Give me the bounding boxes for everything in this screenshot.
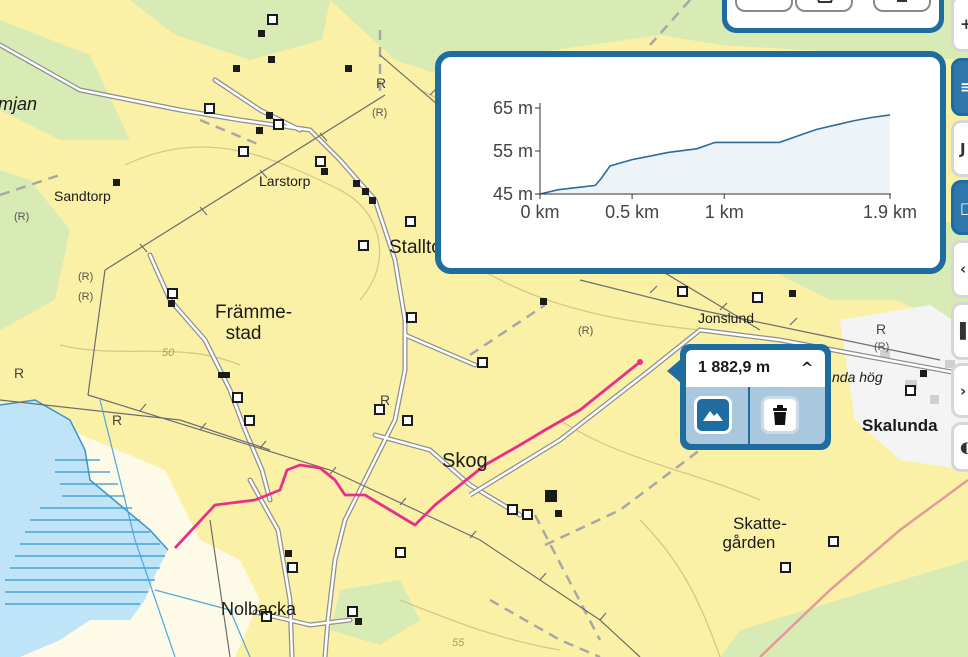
edge-tab-5[interactable]: ‹ [951, 240, 968, 298]
toolbar-button-2[interactable] [795, 0, 853, 12]
ancient-monument-marker: (R) [372, 107, 387, 119]
x-tick-label: 1 km [705, 202, 744, 222]
x-tick-label: 0.5 km [605, 202, 659, 222]
edge-tab-2-active[interactable]: ≡ [951, 58, 968, 116]
edge-tab-4-icon: □ [960, 198, 968, 217]
edge-tab-7[interactable]: › [951, 363, 968, 418]
menu-icon: ≡ [960, 78, 968, 96]
edge-tab-7-icon: › [960, 381, 967, 400]
place-label-stallto: Stallto [389, 237, 442, 258]
toolbar-button-3[interactable] [873, 0, 931, 12]
trash-icon [773, 405, 787, 425]
layers-icon [817, 0, 833, 3]
contour-label: 55 [452, 637, 465, 649]
place-label-nolbacka: Nolbacka [221, 599, 297, 619]
ancient-monument-marker: R [14, 365, 24, 381]
y-tick-label: 65 m [493, 98, 533, 118]
elevation-profile-button[interactable] [694, 396, 732, 434]
place-label-fremmestad: Främme- stad [215, 302, 293, 345]
place-label-skog: Skog [442, 450, 488, 472]
actions-divider [748, 387, 750, 444]
ancient-monument-marker: (R) [14, 211, 29, 223]
ancient-monument-marker: R [876, 321, 886, 337]
elevation-profile-panel: 45 m 55 m 65 m 0 km 0.5 km 1 km 1.9 km [435, 51, 946, 274]
chevron-up-icon[interactable]: ^ [796, 358, 818, 378]
edge-tab-5-icon: ‹ [960, 260, 967, 278]
elevation-profile-chart: 45 m 55 m 65 m 0 km 0.5 km 1 km 1.9 km [493, 98, 917, 222]
ancient-monument-marker: (R) [78, 271, 93, 283]
contour-label: 50 [162, 347, 175, 359]
x-tick-label: 0 km [520, 202, 559, 222]
ancient-monument-marker: R [112, 412, 122, 428]
place-label-fremmestad-line1: Främme- [215, 302, 293, 323]
place-label-skattegarden-line1: Skatte- [733, 514, 787, 533]
delete-measurement-button[interactable] [761, 396, 799, 434]
ancient-monument-marker: R [380, 392, 390, 408]
measurement-header: 1 882,9 m ^ [686, 350, 825, 387]
ancient-monument-marker: (R) [78, 291, 93, 303]
toolbar-button-1[interactable] [735, 0, 793, 12]
ancient-monument-marker: R [376, 75, 386, 91]
trash-icon [897, 0, 907, 2]
mountain-icon [703, 411, 723, 421]
elevation-area [540, 114, 890, 194]
ancient-monument-marker: (R) [874, 341, 889, 353]
edge-tab-4-active[interactable]: □ [951, 180, 968, 235]
popup-pointer [667, 359, 681, 383]
measurement-actions [686, 387, 825, 444]
y-tick-label: 45 m [493, 184, 533, 204]
place-label-sandtorp: Sandtorp [54, 188, 111, 204]
edge-tab-6-icon: ▌ [960, 322, 968, 340]
edge-tab-8-icon: ◐ [960, 438, 968, 456]
place-label-skalunda-hog: nda hög [832, 369, 883, 385]
edge-tab-1[interactable]: + [951, 0, 968, 52]
edge-tab-8[interactable]: ◐ [951, 422, 968, 472]
place-label-skalunda: Skalunda [862, 416, 938, 435]
top-toolbar [722, 0, 944, 33]
measured-route [173, 360, 641, 549]
y-tick-label: 55 m [493, 141, 533, 161]
place-label-mjan: mjan [0, 94, 38, 114]
edge-tab-1-icon: + [960, 14, 968, 33]
edge-tab-3[interactable]: J [951, 120, 968, 177]
measurement-popup: 1 882,9 m ^ [667, 344, 831, 450]
place-label-skattegarden-line2: gården [722, 532, 776, 552]
place-label-skattegarden: Skatte- gården [711, 514, 787, 552]
ancient-monument-marker: (R) [578, 325, 593, 337]
edge-tab-3-icon: J [960, 139, 966, 158]
place-label-jonslund: Jonslund [698, 310, 755, 326]
edge-tab-6[interactable]: ▌ [951, 302, 968, 360]
place-label-larstorp: Larstorp [259, 173, 311, 189]
measured-distance: 1 882,9 m [698, 359, 771, 376]
x-tick-label: 1.9 km [863, 202, 917, 222]
place-label-fremmestad-line2: stad [225, 322, 262, 344]
